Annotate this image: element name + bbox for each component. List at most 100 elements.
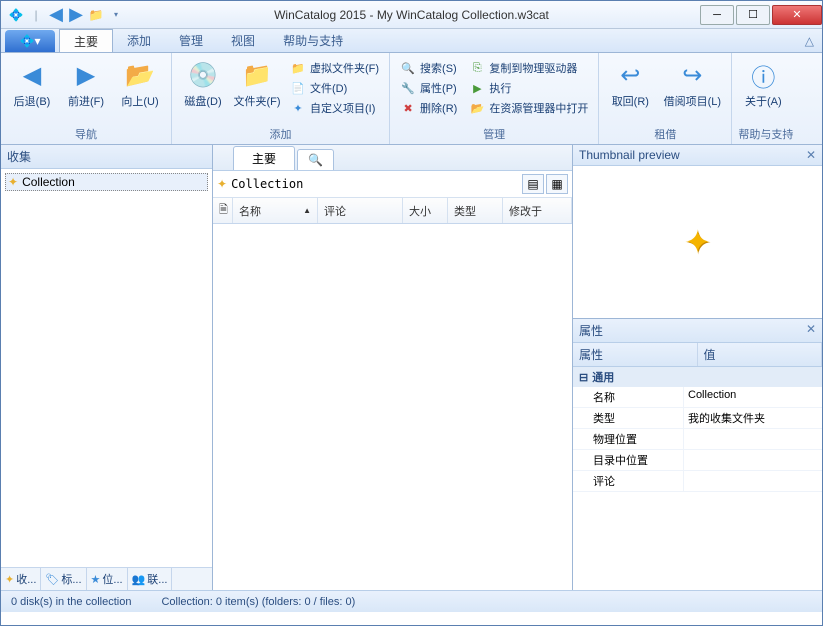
prop-row-name[interactable]: 名称Collection [573, 387, 822, 408]
add-custom-button[interactable]: ✦自定义项目(I) [286, 99, 383, 117]
app-menu-button[interactable]: 💠▾ [5, 30, 55, 52]
star-icon: ✦ [8, 175, 18, 189]
group-help-label: 帮助与支持 [738, 126, 793, 144]
prop-row-type[interactable]: 类型我的收集文件夹 [573, 408, 822, 429]
add-vfolder-button[interactable]: 📁虚拟文件夹(F) [286, 59, 383, 77]
props-close-icon[interactable]: ✕ [806, 322, 816, 339]
file-icon: 📄 [290, 80, 306, 96]
props-icon: 🔧 [400, 80, 416, 96]
list-columns: 🗎 名称▲ 评论 大小 类型 修改于 [213, 198, 572, 224]
vfolder-icon: 📁 [290, 60, 306, 76]
prop-row-phys[interactable]: 物理位置 [573, 429, 822, 450]
qat-back-icon[interactable]: ◀ [47, 6, 65, 24]
tab-help[interactable]: 帮助与支持 [269, 29, 357, 52]
group-nav-label: 导航 [7, 126, 165, 144]
copy-button[interactable]: ⎘复制到物理驱动器 [465, 59, 592, 77]
file-list[interactable] [213, 224, 572, 590]
back-button[interactable]: ◀后退(B) [7, 55, 57, 109]
col-comment[interactable]: 评论 [318, 198, 403, 223]
forward-icon: ▶ [70, 59, 102, 91]
props-button[interactable]: 🔧属性(P) [396, 79, 461, 97]
titlebar: 💠 | ◀ ▶ 📁 ▾ WinCatalog 2015 - My WinCata… [1, 1, 822, 29]
search-button[interactable]: 🔍搜索(S) [396, 59, 461, 77]
props-title: 属性 [579, 322, 603, 339]
props-header: 属性 ✕ [573, 319, 822, 343]
props-columns: 属性 值 [573, 343, 822, 367]
add-folder-button[interactable]: 📁文件夹(F) [232, 55, 282, 109]
group-help: ⓘ关于(A) 帮助与支持 [732, 53, 799, 144]
ctab-search[interactable]: 🔍 [297, 149, 334, 170]
ribbon-collapse-icon[interactable]: △ [797, 29, 822, 52]
col-modified[interactable]: 修改于 [503, 198, 572, 223]
qat-forward-icon[interactable]: ▶ [67, 6, 85, 24]
thumb-close-icon[interactable]: ✕ [806, 148, 816, 162]
forward-button[interactable]: ▶前进(F) [61, 55, 111, 109]
right-pane: Thumbnail preview ✕ ✦ 属性 ✕ 属性 值 ⊟通用 名称Co… [573, 145, 822, 590]
star-icon: ✦ [217, 177, 227, 191]
tab-manage[interactable]: 管理 [165, 29, 217, 52]
prop-group-general[interactable]: ⊟通用 [573, 367, 822, 387]
col-name[interactable]: 名称▲ [233, 198, 318, 223]
qat-dropdown-icon[interactable]: ▾ [107, 6, 125, 24]
properties-panel: 属性 ✕ 属性 值 ⊟通用 名称Collection 类型我的收集文件夹 物理位… [573, 319, 822, 590]
collapse-icon: ⊟ [579, 371, 588, 384]
exec-button[interactable]: ▶执行 [465, 79, 592, 97]
view-details-button[interactable]: ▤ [522, 174, 544, 194]
btab-collection[interactable]: ✦收... [1, 568, 41, 590]
btab-tags[interactable]: 🏷标... [41, 568, 86, 590]
add-file-button[interactable]: 📄文件(D) [286, 79, 383, 97]
thumbnail-panel: Thumbnail preview ✕ ✦ [573, 145, 822, 319]
delete-button[interactable]: ✖删除(R) [396, 99, 461, 117]
tree-node-collection[interactable]: ✦ Collection [5, 173, 208, 191]
qat-folder-icon[interactable]: 📁 [87, 6, 105, 24]
app-icon: 💠 [7, 6, 25, 24]
search-icon: 🔍 [400, 60, 416, 76]
left-pane: 收集 ✦ Collection ✦收... 🏷标... ★位... 👥联... [1, 145, 213, 590]
minimize-button[interactable]: ─ [700, 5, 734, 25]
about-button[interactable]: ⓘ关于(A) [738, 55, 788, 109]
take-button[interactable]: ↩取回(R) [605, 55, 655, 109]
maximize-button[interactable]: ☐ [736, 5, 770, 25]
propcol-val[interactable]: 值 [698, 343, 823, 366]
tab-main[interactable]: 主要 [59, 29, 113, 52]
collection-tree[interactable]: ✦ Collection [1, 169, 212, 567]
explorer-icon: 📂 [469, 100, 485, 116]
close-button[interactable]: ✕ [772, 5, 822, 25]
col-icon[interactable]: 🗎 [213, 198, 233, 223]
main-area: 收集 ✦ Collection ✦收... 🏷标... ★位... 👥联... … [1, 145, 822, 590]
disk-icon: 💿 [187, 59, 219, 91]
prop-row-catpos[interactable]: 目录中位置 [573, 450, 822, 471]
propcol-key[interactable]: 属性 [573, 343, 698, 366]
left-bottom-tabs: ✦收... 🏷标... ★位... 👥联... [1, 567, 212, 590]
status-disks: 0 disk(s) in the collection [11, 596, 131, 608]
ctab-main[interactable]: 主要 [233, 146, 295, 170]
btab-locations[interactable]: ★位... [87, 568, 128, 590]
loan-button[interactable]: ↪借阅项目(L) [659, 55, 725, 109]
tag-icon: 🏷 [45, 573, 59, 586]
prop-row-comment[interactable]: 评论 [573, 471, 822, 492]
info-icon: ⓘ [747, 59, 779, 91]
explorer-button[interactable]: 📂在资源管理器中打开 [465, 99, 592, 117]
tab-add[interactable]: 添加 [113, 29, 165, 52]
tree-node-label: Collection [22, 175, 75, 189]
delete-icon: ✖ [400, 100, 416, 116]
left-header: 收集 [1, 145, 212, 169]
star-icon: ✦ [5, 573, 14, 586]
col-type[interactable]: 类型 [448, 198, 503, 223]
props-list: ⊟通用 名称Collection 类型我的收集文件夹 物理位置 目录中位置 评论 [573, 367, 822, 590]
copy-icon: ⎘ [469, 60, 485, 76]
group-add: 💿磁盘(D) 📁文件夹(F) 📁虚拟文件夹(F) 📄文件(D) ✦自定义项目(I… [172, 53, 390, 144]
tab-view[interactable]: 视图 [217, 29, 269, 52]
col-size[interactable]: 大小 [403, 198, 448, 223]
center-tabs: 主要 🔍 [213, 145, 572, 171]
play-icon: ▶ [469, 80, 485, 96]
up-folder-icon: 📂 [124, 59, 156, 91]
add-disk-button[interactable]: 💿磁盘(D) [178, 55, 228, 109]
take-icon: ↩ [614, 59, 646, 91]
ribbon-tabs: 💠▾ 主要 添加 管理 视图 帮助与支持 △ [1, 29, 822, 53]
path-row: ✦ Collection ▤ ▦ [213, 171, 572, 198]
center-pane: 主要 🔍 ✦ Collection ▤ ▦ 🗎 名称▲ 评论 大小 类型 修改于 [213, 145, 573, 590]
view-thumbs-button[interactable]: ▦ [546, 174, 568, 194]
up-button[interactable]: 📂向上(U) [115, 55, 165, 109]
btab-contacts[interactable]: 👥联... [128, 568, 173, 590]
